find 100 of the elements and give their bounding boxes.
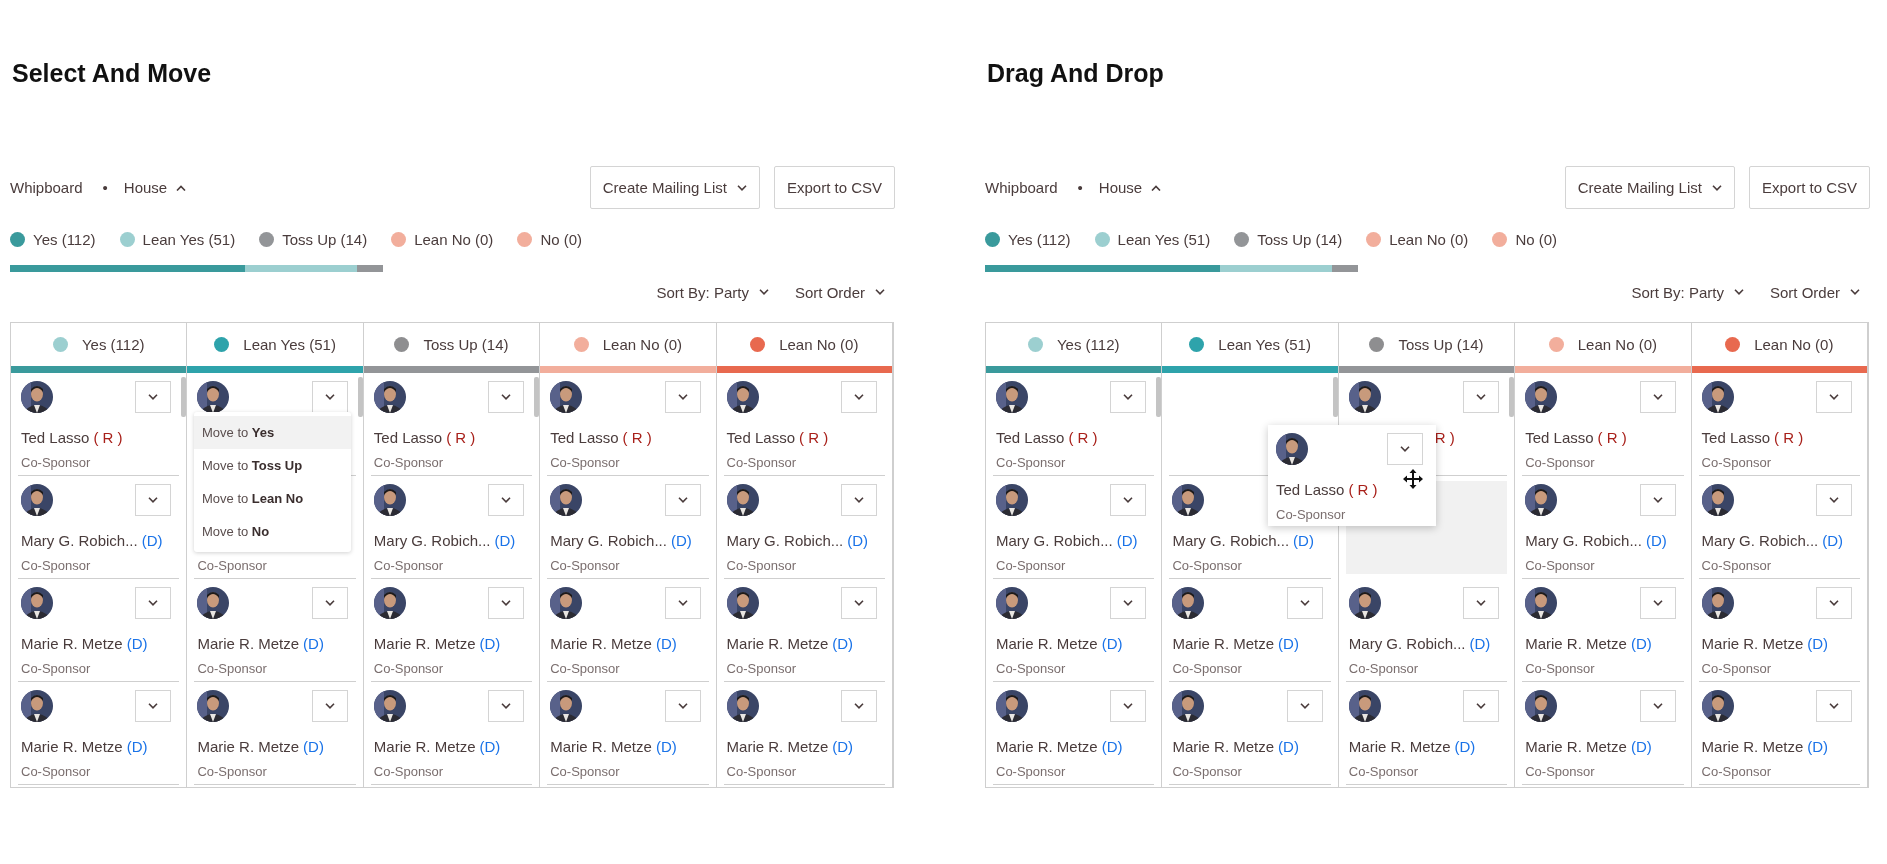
card-menu-button[interactable]	[1816, 381, 1852, 413]
sort-dropdown[interactable]: Sort By: Party	[1631, 283, 1744, 301]
menu-item[interactable]: Move to No	[194, 515, 351, 548]
card-menu-button[interactable]	[135, 484, 172, 516]
card-menu-button[interactable]	[1110, 381, 1147, 413]
party-label: (D)	[832, 738, 854, 757]
card-menu-button[interactable]	[841, 484, 877, 516]
card-menu-button[interactable]	[841, 690, 877, 722]
chevron-down-icon	[501, 394, 512, 400]
scrollbar[interactable]	[534, 377, 540, 417]
card-menu-button[interactable]	[311, 690, 348, 722]
menu-item[interactable]: Move to Lean No	[194, 482, 351, 515]
card-menu-button[interactable]	[1286, 690, 1323, 722]
card-menu-button[interactable]	[1639, 587, 1676, 619]
card-menu-button[interactable]	[664, 587, 701, 619]
caret-up-icon	[176, 184, 187, 191]
member-name: Ted Lasso	[550, 429, 619, 448]
legend-label: Lean Yes (51)	[142, 230, 236, 248]
member-role: Co-Sponsor	[1525, 661, 1595, 676]
card-menu-button[interactable]	[1639, 690, 1676, 722]
breadcrumb-item[interactable]: House	[1098, 179, 1162, 196]
party-label: (D)	[832, 635, 854, 654]
card-menu-button[interactable]	[488, 381, 525, 413]
party-label: (D)	[847, 532, 869, 551]
breadcrumb-item[interactable]: House	[123, 179, 187, 196]
card-menu-button[interactable]	[1110, 690, 1147, 722]
chevron-down-icon	[736, 184, 747, 191]
member-role: Co-Sponsor	[1172, 558, 1242, 573]
member-name: Mary G. Robich...	[1348, 635, 1466, 654]
card-menu-button[interactable]	[1463, 690, 1500, 722]
party-label: (D)	[494, 532, 516, 551]
scrollbar[interactable]	[181, 377, 187, 417]
breadcrumb-item[interactable]: Whipboard	[985, 179, 1058, 196]
party-label: ( R )	[1597, 429, 1627, 448]
member-name: Ted Lasso	[726, 429, 795, 448]
scrollbar[interactable]	[1509, 377, 1515, 417]
party-label: R )	[1434, 429, 1455, 448]
sort-dropdown[interactable]: Sort By: Party	[656, 283, 769, 301]
card-menu-button[interactable]	[664, 484, 701, 516]
sort-dropdown[interactable]: Sort Order	[794, 283, 885, 301]
card-menu-button[interactable]	[135, 587, 172, 619]
card-menu-button[interactable]	[1639, 381, 1676, 413]
card-menu-button[interactable]	[1463, 587, 1500, 619]
chevron-down-icon	[1476, 394, 1487, 400]
card-menu-button[interactable]	[1387, 433, 1423, 465]
breadcrumb-item[interactable]: Whipboard	[10, 179, 83, 196]
party-label: (D)	[303, 738, 324, 757]
party-label: ( R )	[1348, 481, 1378, 500]
section-title: Select And Move	[12, 58, 213, 88]
party-label: (D)	[479, 635, 501, 654]
card-menu-button[interactable]	[1286, 587, 1323, 619]
chevron-down-icon	[1711, 184, 1722, 191]
member-role: Co-Sponsor	[996, 661, 1066, 676]
card-menu-button[interactable]	[664, 381, 701, 413]
card-menu-button[interactable]	[1110, 484, 1147, 516]
card-menu-button[interactable]	[135, 381, 172, 413]
legend-label: Lean No (0)	[1389, 230, 1469, 248]
legend-label: Toss Up (14)	[1257, 230, 1343, 248]
card-menu-button[interactable]	[311, 587, 348, 619]
menu-item[interactable]: Move to Toss Up	[194, 449, 351, 482]
chevron-down-icon	[324, 600, 335, 606]
scrollbar[interactable]	[1332, 377, 1338, 417]
member-name: Marie R. Metze	[21, 738, 123, 757]
card-menu-button[interactable]	[488, 484, 525, 516]
card-menu-button[interactable]	[1110, 587, 1147, 619]
chevron-down-icon	[1850, 289, 1860, 295]
sort-dropdown[interactable]: Sort Order	[1769, 283, 1860, 301]
scrollbar[interactable]	[1156, 377, 1162, 417]
export-button[interactable]: Export to CSV	[1748, 166, 1870, 209]
card-menu-button[interactable]	[841, 381, 877, 413]
party-label: ( R )	[1774, 429, 1804, 448]
card-menu-button[interactable]	[664, 690, 701, 722]
card-menu-button[interactable]	[841, 587, 877, 619]
dragged-card[interactable]: Ted Lasso ( R ) Co-Sponsor	[1268, 425, 1436, 526]
card-menu-button[interactable]	[488, 587, 525, 619]
chevron-down-icon	[1652, 497, 1663, 503]
card-menu-button[interactable]	[1463, 381, 1500, 413]
card-menu-button[interactable]	[311, 381, 348, 413]
member-role: Co-Sponsor	[197, 661, 267, 676]
party-label: (D)	[1293, 532, 1314, 551]
member-name: Marie R. Metze	[1701, 738, 1804, 757]
scrollbar[interactable]	[357, 377, 363, 417]
card-menu-button[interactable]	[1639, 484, 1676, 516]
card-menu-button[interactable]	[1816, 690, 1852, 722]
chevron-down-icon	[1652, 600, 1663, 606]
member-role: Co-Sponsor	[373, 455, 444, 470]
member-name: Mary G. Robich...	[726, 532, 844, 551]
card-menu-button[interactable]	[1816, 484, 1852, 516]
legend-label: Toss Up (14)	[282, 230, 368, 248]
card-menu-button[interactable]	[1816, 587, 1852, 619]
member-name: Ted Lasso	[373, 429, 443, 448]
party-label: (D)	[141, 532, 163, 551]
mailing-list-dropdown[interactable]: Create Mailing List	[1564, 166, 1735, 209]
menu-item[interactable]: Move to Yes	[194, 416, 351, 449]
mailing-list-dropdown[interactable]: Create Mailing List	[589, 166, 760, 209]
card-menu-button[interactable]	[135, 690, 172, 722]
column-title: Yes (112)	[81, 336, 145, 353]
member-name: Marie R. Metze	[550, 738, 652, 757]
card-menu-button[interactable]	[488, 690, 525, 722]
export-button[interactable]: Export to CSV	[773, 166, 895, 209]
